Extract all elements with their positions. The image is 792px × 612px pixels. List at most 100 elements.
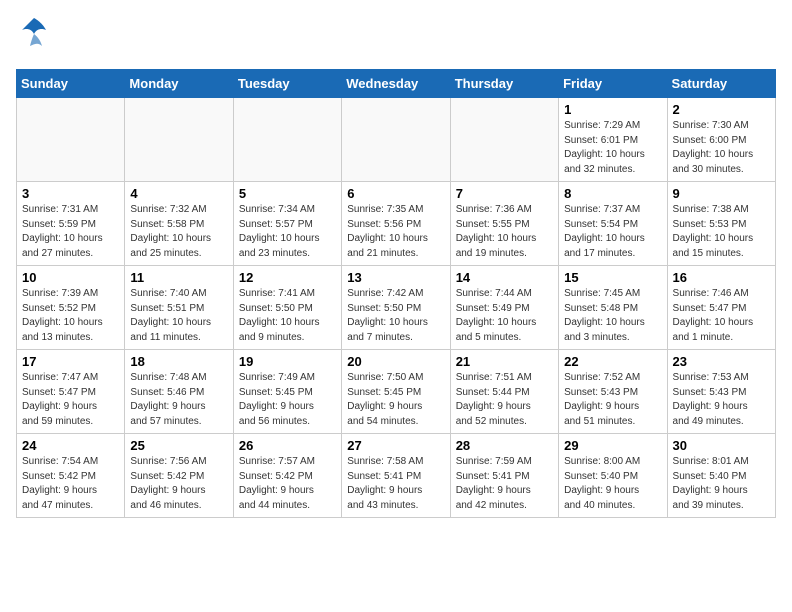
calendar-day-cell: 29 Sunrise: 8:00 AM Sunset: 5:40 PM Dayli… xyxy=(559,434,667,518)
day-number: 21 xyxy=(456,354,553,369)
day-number: 12 xyxy=(239,270,336,285)
day-number: 28 xyxy=(456,438,553,453)
day-info: Sunrise: 7:41 AM Sunset: 5:50 PM Dayligh… xyxy=(239,287,336,345)
calendar-week-row: 17 Sunrise: 7:47 AM Sunset: 5:47 PM Dayli… xyxy=(17,350,776,434)
calendar-day-cell: 15 Sunrise: 7:45 AM Sunset: 5:48 PM Dayli… xyxy=(559,266,667,350)
day-number: 19 xyxy=(239,354,336,369)
day-info: Sunrise: 7:47 AM Sunset: 5:47 PM Dayligh… xyxy=(22,371,119,429)
day-number: 25 xyxy=(130,438,227,453)
day-number: 15 xyxy=(564,270,661,285)
calendar-day-cell: 6Sunrise: 7:35 AM Sunset: 5:56 PM Daylig… xyxy=(342,182,450,266)
day-info: Sunrise: 7:59 AM Sunset: 5:41 PM Dayligh… xyxy=(456,455,553,513)
day-info: Sunrise: 7:54 AM Sunset: 5:42 PM Dayligh… xyxy=(22,455,119,513)
calendar-day-cell: 3 Sunrise: 7:31 AM Sunset: 5:59 PM Daylig… xyxy=(17,182,125,266)
day-info: Sunrise: 7:56 AM Sunset: 5:42 PM Dayligh… xyxy=(130,455,227,513)
day-number: 5 xyxy=(239,186,336,201)
day-number: 16 xyxy=(673,270,770,285)
day-number: 2 xyxy=(673,102,770,117)
day-info: Sunrise: 7:39 AM Sunset: 5:52 PM Dayligh… xyxy=(22,287,119,345)
calendar-week-row: 3 Sunrise: 7:31 AM Sunset: 5:59 PM Daylig… xyxy=(17,182,776,266)
day-number: 7 xyxy=(456,186,553,201)
calendar-day-cell: 4 Sunrise: 7:32 AM Sunset: 5:58 PM Daylig… xyxy=(125,182,233,266)
day-number: 10 xyxy=(22,270,119,285)
weekday-header: Sunday xyxy=(17,70,125,98)
day-number: 26 xyxy=(239,438,336,453)
calendar-day-cell: 9 Sunrise: 7:38 AM Sunset: 5:53 PM Daylig… xyxy=(667,182,775,266)
day-info: Sunrise: 7:44 AM Sunset: 5:49 PM Dayligh… xyxy=(456,287,553,345)
calendar-day-cell: 10 Sunrise: 7:39 AM Sunset: 5:52 PM Dayli… xyxy=(17,266,125,350)
weekday-header: Monday xyxy=(125,70,233,98)
day-number: 18 xyxy=(130,354,227,369)
calendar-day-cell: 26Sunrise: 7:57 AM Sunset: 5:42 PM Dayli… xyxy=(233,434,341,518)
weekday-header: Wednesday xyxy=(342,70,450,98)
day-number: 13 xyxy=(347,270,444,285)
calendar-day-cell: 18 Sunrise: 7:48 AM Sunset: 5:46 PM Dayli… xyxy=(125,350,233,434)
day-number: 11 xyxy=(130,270,227,285)
calendar-day-cell: 12 Sunrise: 7:41 AM Sunset: 5:50 PM Dayli… xyxy=(233,266,341,350)
calendar-day-cell xyxy=(125,98,233,182)
day-info: Sunrise: 7:36 AM Sunset: 5:55 PM Dayligh… xyxy=(456,203,553,261)
calendar-day-cell: 25 Sunrise: 7:56 AM Sunset: 5:42 PM Dayli… xyxy=(125,434,233,518)
day-info: Sunrise: 7:50 AM Sunset: 5:45 PM Dayligh… xyxy=(347,371,444,429)
calendar-day-cell: 20 Sunrise: 7:50 AM Sunset: 5:45 PM Dayli… xyxy=(342,350,450,434)
calendar-day-cell xyxy=(233,98,341,182)
calendar-day-cell: 16 Sunrise: 7:46 AM Sunset: 5:47 PM Dayli… xyxy=(667,266,775,350)
calendar-day-cell xyxy=(342,98,450,182)
calendar-day-cell: 17 Sunrise: 7:47 AM Sunset: 5:47 PM Dayli… xyxy=(17,350,125,434)
day-number: 17 xyxy=(22,354,119,369)
day-info: Sunrise: 7:51 AM Sunset: 5:44 PM Dayligh… xyxy=(456,371,553,429)
calendar-day-cell: 27Sunrise: 7:58 AM Sunset: 5:41 PM Dayli… xyxy=(342,434,450,518)
day-number: 22 xyxy=(564,354,661,369)
day-number: 4 xyxy=(130,186,227,201)
day-number: 23 xyxy=(673,354,770,369)
calendar-day-cell: 22Sunrise: 7:52 AM Sunset: 5:43 PM Dayli… xyxy=(559,350,667,434)
calendar-day-cell: 5 Sunrise: 7:34 AM Sunset: 5:57 PM Daylig… xyxy=(233,182,341,266)
calendar-week-row: 24 Sunrise: 7:54 AM Sunset: 5:42 PM Dayli… xyxy=(17,434,776,518)
day-info: Sunrise: 7:34 AM Sunset: 5:57 PM Dayligh… xyxy=(239,203,336,261)
day-info: Sunrise: 8:00 AM Sunset: 5:40 PM Dayligh… xyxy=(564,455,661,513)
calendar-day-cell xyxy=(17,98,125,182)
day-info: Sunrise: 7:35 AM Sunset: 5:56 PM Dayligh… xyxy=(347,203,444,261)
day-number: 24 xyxy=(22,438,119,453)
day-number: 20 xyxy=(347,354,444,369)
day-info: Sunrise: 7:48 AM Sunset: 5:46 PM Dayligh… xyxy=(130,371,227,429)
calendar-day-cell: 13 Sunrise: 7:42 AM Sunset: 5:50 PM Dayli… xyxy=(342,266,450,350)
day-number: 14 xyxy=(456,270,553,285)
day-info: Sunrise: 7:31 AM Sunset: 5:59 PM Dayligh… xyxy=(22,203,119,261)
calendar-day-cell: 23 Sunrise: 7:53 AM Sunset: 5:43 PM Dayli… xyxy=(667,350,775,434)
day-number: 30 xyxy=(673,438,770,453)
calendar-day-cell: 28 Sunrise: 7:59 AM Sunset: 5:41 PM Dayli… xyxy=(450,434,558,518)
weekday-header: Friday xyxy=(559,70,667,98)
day-number: 27 xyxy=(347,438,444,453)
logo-bird-icon xyxy=(20,16,48,57)
day-number: 8 xyxy=(564,186,661,201)
day-info: Sunrise: 7:38 AM Sunset: 5:53 PM Dayligh… xyxy=(673,203,770,261)
calendar-day-cell: 7 Sunrise: 7:36 AM Sunset: 5:55 PM Daylig… xyxy=(450,182,558,266)
day-info: Sunrise: 7:45 AM Sunset: 5:48 PM Dayligh… xyxy=(564,287,661,345)
calendar-day-cell: 2Sunrise: 7:30 AM Sunset: 6:00 PM Daylig… xyxy=(667,98,775,182)
calendar-day-cell: 1 Sunrise: 7:29 AM Sunset: 6:01 PM Daylig… xyxy=(559,98,667,182)
day-info: Sunrise: 7:42 AM Sunset: 5:50 PM Dayligh… xyxy=(347,287,444,345)
day-info: Sunrise: 7:53 AM Sunset: 5:43 PM Dayligh… xyxy=(673,371,770,429)
day-info: Sunrise: 7:46 AM Sunset: 5:47 PM Dayligh… xyxy=(673,287,770,345)
weekday-header: Thursday xyxy=(450,70,558,98)
calendar-week-row: 10 Sunrise: 7:39 AM Sunset: 5:52 PM Dayli… xyxy=(17,266,776,350)
calendar-table: SundayMondayTuesdayWednesdayThursdayFrid… xyxy=(16,69,776,518)
calendar-day-cell: 21 Sunrise: 7:51 AM Sunset: 5:44 PM Dayli… xyxy=(450,350,558,434)
calendar-day-cell: 8Sunrise: 7:37 AM Sunset: 5:54 PM Daylig… xyxy=(559,182,667,266)
day-number: 3 xyxy=(22,186,119,201)
day-info: Sunrise: 7:29 AM Sunset: 6:01 PM Dayligh… xyxy=(564,119,661,177)
day-info: Sunrise: 7:32 AM Sunset: 5:58 PM Dayligh… xyxy=(130,203,227,261)
page-header xyxy=(16,16,776,57)
calendar-day-cell xyxy=(450,98,558,182)
calendar-day-cell: 19Sunrise: 7:49 AM Sunset: 5:45 PM Dayli… xyxy=(233,350,341,434)
day-info: Sunrise: 7:40 AM Sunset: 5:51 PM Dayligh… xyxy=(130,287,227,345)
weekday-header: Tuesday xyxy=(233,70,341,98)
calendar-header-row: SundayMondayTuesdayWednesdayThursdayFrid… xyxy=(17,70,776,98)
day-number: 29 xyxy=(564,438,661,453)
day-number: 1 xyxy=(564,102,661,117)
weekday-header: Saturday xyxy=(667,70,775,98)
calendar-week-row: 1 Sunrise: 7:29 AM Sunset: 6:01 PM Daylig… xyxy=(17,98,776,182)
day-number: 9 xyxy=(673,186,770,201)
calendar-day-cell: 30Sunrise: 8:01 AM Sunset: 5:40 PM Dayli… xyxy=(667,434,775,518)
